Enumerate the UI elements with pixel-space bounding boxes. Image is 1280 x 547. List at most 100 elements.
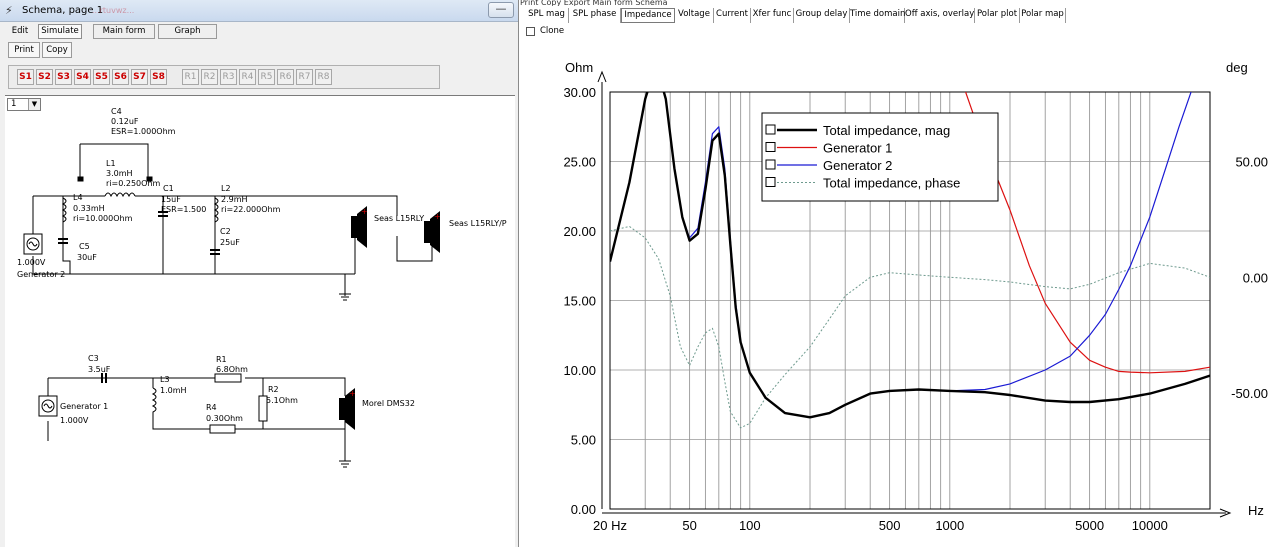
label-r2-value: 5.1Ohm: [266, 396, 298, 405]
minimize-button[interactable]: —: [488, 2, 514, 18]
r6-button[interactable]: R6: [277, 69, 294, 85]
legend-item-total-impedance-phase: Total impedance, phase: [823, 176, 960, 191]
s8-button[interactable]: S8: [150, 69, 167, 85]
label-l4-ri: ri=10.000Ohm: [73, 214, 133, 223]
label-l1-value: 3.0mH: [106, 169, 133, 178]
svg-text:+: +: [349, 389, 356, 398]
s7-button[interactable]: S7: [131, 69, 148, 85]
legend-checkbox[interactable]: [765, 124, 776, 135]
label-c3: C3: [88, 354, 99, 363]
label-gen2-name: Generator 2: [17, 270, 65, 279]
y-tick-label: 5.00: [571, 433, 596, 448]
label-r4-value: 0.30Ohm: [206, 414, 243, 423]
y2-tick-label: 0.00: [1243, 270, 1268, 285]
label-c1-esr: ESR=1.500: [161, 205, 206, 214]
legend-checkbox[interactable]: [765, 142, 776, 152]
window-title: Schema, page 1: [22, 5, 104, 16]
legend-item-generator-2: Generator 2: [823, 158, 892, 173]
speaker-seas-l15rly-icon[interactable]: +: [351, 206, 368, 248]
x-tick-label: 50: [682, 518, 696, 533]
speaker-seas-l15rly-p-icon[interactable]: +: [424, 211, 441, 253]
label-gen1-voltage: 1.000V: [60, 416, 89, 425]
label-l1-ri: ri=0.250Ohm: [106, 179, 160, 188]
speaker-morel-dms32-icon[interactable]: +: [339, 388, 356, 430]
x-tick-label: 1000: [935, 518, 964, 533]
label-l2-ri: ri=22.000Ohm: [221, 205, 281, 214]
label-r1: R1: [216, 355, 227, 364]
r2-button[interactable]: R2: [201, 69, 218, 85]
s2-button[interactable]: S2: [36, 69, 53, 85]
r1-button[interactable]: R1: [182, 69, 199, 85]
label-l2: L2: [221, 184, 231, 193]
s5-button[interactable]: S5: [93, 69, 110, 85]
legend-checkbox[interactable]: [765, 159, 776, 170]
menu-edit[interactable]: Edit: [5, 24, 35, 39]
chart-panel: Print Copy Export Main form Schema SPL m…: [520, 0, 1280, 547]
y2-tick-label: -50.00: [1231, 386, 1268, 401]
resistor-r1[interactable]: [214, 373, 242, 383]
legend-item-total-impedance-mag: Total impedance, mag: [823, 123, 950, 138]
label-r4: R4: [206, 403, 217, 412]
s6-button[interactable]: S6: [112, 69, 129, 85]
r5-button[interactable]: R5: [258, 69, 275, 85]
label-r2: R2: [268, 385, 279, 394]
print-button[interactable]: Print: [8, 42, 40, 58]
r8-button[interactable]: R8: [315, 69, 332, 85]
s1-button[interactable]: S1: [17, 69, 34, 85]
ghost-title-text: ...rtuvwz...: [92, 6, 135, 15]
r4-button[interactable]: R4: [239, 69, 256, 85]
y-tick-label: 20.00: [563, 224, 596, 239]
toolbar: Print Copy: [0, 41, 518, 61]
label-c4-value: 0.12uF: [111, 117, 139, 126]
s3-button[interactable]: S3: [55, 69, 72, 85]
svg-text:+: +: [434, 212, 441, 221]
series-total-impedance-phase: [610, 225, 1210, 429]
r3-button[interactable]: R3: [220, 69, 237, 85]
menu-simulate[interactable]: Simulate: [38, 24, 82, 39]
generator-1-symbol[interactable]: [38, 395, 58, 417]
y-tick-label: 10.00: [563, 363, 596, 378]
label-c1-value: 15uF: [161, 195, 181, 204]
label-l4-value: 0.33mH: [73, 204, 105, 213]
r7-button[interactable]: R7: [296, 69, 313, 85]
source-button-panel: S1 S2 S3 S4 S5 S6 S7 S8 R1 R2 R3 R4 R5 R…: [8, 65, 440, 89]
chart-series: [610, 92, 1210, 429]
graph-button[interactable]: Graph: [158, 24, 217, 39]
copy-button[interactable]: Copy: [42, 42, 72, 58]
x-tick-label: 20 Hz: [593, 518, 627, 533]
main-form-button[interactable]: Main form: [93, 24, 155, 39]
label-c4: C4: [111, 107, 122, 116]
inductor-l3[interactable]: [151, 387, 157, 418]
page-select[interactable]: 1 ▼: [7, 98, 41, 111]
y-tick-label: 25.00: [563, 155, 596, 170]
label-c3-value: 3.5uF: [88, 365, 111, 374]
label-gen1-name: Generator 1: [60, 402, 108, 411]
label-gen2-voltage: 1.000V: [17, 258, 46, 267]
x-tick-label: 10000: [1132, 518, 1168, 533]
legend-checkbox[interactable]: [765, 177, 776, 187]
schematic-drawing: + + + C4 0.12uF ESR=1.000Ohm L1 3.0mH ri…: [17, 107, 507, 468]
label-speaker-seas-l15rly-p: Seas L15RLY/P: [449, 219, 507, 228]
resistor-r4[interactable]: [209, 424, 236, 434]
y-tick-label: 30.00: [563, 85, 596, 100]
chevron-down-icon[interactable]: ▼: [28, 99, 40, 110]
chart-legend[interactable]: Total impedance, mag Generator 1 Generator…: [761, 112, 999, 202]
label-l2-value: 2.9mH: [221, 195, 248, 204]
schematic-canvas[interactable]: 1 ▼ + + + C4 0.12uF ESR=1.000Ohm L1 3.0m…: [5, 95, 515, 547]
impedance-chart[interactable]: Ohm deg Hz 0.00 5.00 10.00 15.00 20.00 25.00 3…: [520, 0, 1280, 547]
x-tick-label: 100: [739, 518, 761, 533]
svg-text:+: +: [361, 207, 368, 216]
legend-item-generator-1: Generator 1: [823, 141, 892, 156]
generator-2-symbol[interactable]: [23, 233, 43, 255]
label-c4-esr: ESR=1.000Ohm: [111, 127, 176, 136]
label-speaker-seas-l15rly: Seas L15RLY: [374, 214, 424, 223]
inductor-l1[interactable]: [104, 192, 136, 198]
label-l3: L3: [160, 375, 170, 384]
s4-button[interactable]: S4: [74, 69, 91, 85]
label-c1: C1: [163, 184, 174, 193]
y-axis-label: Ohm: [565, 60, 593, 75]
label-r1-value: 6.8Ohm: [216, 365, 248, 374]
title-bar[interactable]: ⚡ Schema, page 1 ...rtuvwz... —: [0, 0, 518, 22]
y2-axis-label: deg: [1226, 60, 1248, 75]
y-tick-label: 0.00: [571, 502, 596, 517]
